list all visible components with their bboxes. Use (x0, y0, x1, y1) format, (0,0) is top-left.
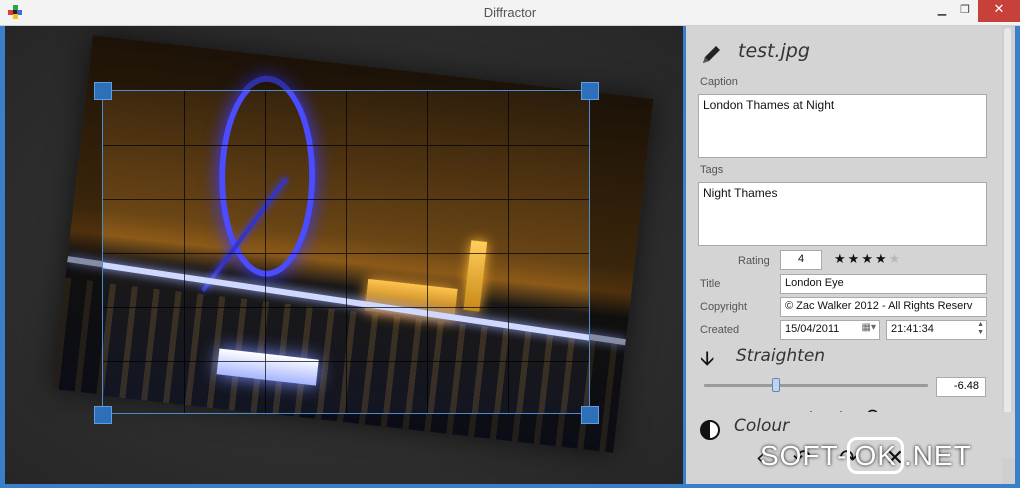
crop-grid-line (103, 361, 589, 362)
straighten-slider-thumb[interactable] (771, 378, 780, 392)
tags-label: Tags (700, 164, 724, 176)
time-spinner-icon[interactable]: ▲ ▼ (977, 321, 984, 337)
star-filled-icon[interactable]: ★ (848, 252, 862, 267)
color-heading: Colour (734, 416, 790, 436)
star-filled-icon[interactable]: ★ (834, 252, 848, 267)
crop-handle-top-right[interactable] (581, 82, 599, 100)
crop-region[interactable] (102, 90, 590, 414)
straighten-value-field[interactable]: -6.48 (936, 377, 986, 397)
created-date-value: 15/04/2011 (785, 323, 840, 335)
watermark-box: OK (847, 437, 904, 474)
crop-handle-top-left[interactable] (94, 82, 112, 100)
image-canvas[interactable] (5, 26, 683, 484)
straighten-slider-track[interactable] (704, 384, 928, 387)
caption-field[interactable]: London Thames at Night (698, 94, 987, 158)
crop-grid-line (103, 253, 589, 254)
title-field[interactable]: London Eye (780, 274, 987, 294)
maximize-button[interactable]: ❐ (956, 0, 974, 22)
created-date-field[interactable]: 15/04/2011 ▦▾ (780, 320, 880, 340)
pencil-icon (703, 46, 720, 63)
crop-handle-bottom-left[interactable] (94, 406, 112, 424)
calendar-dropdown-icon[interactable]: ▦▾ (862, 322, 876, 333)
caption-label: Caption (700, 76, 738, 88)
watermark-left: SOFT- (760, 440, 848, 471)
big-ben-tower (463, 240, 488, 312)
close-button[interactable]: ✕ (978, 0, 1020, 22)
straighten-icon: 🡫 (700, 346, 715, 370)
rating-field[interactable]: 4 (780, 250, 822, 270)
rating-stars[interactable]: ★★★★★ (834, 252, 902, 267)
title-label: Title (700, 278, 721, 290)
title-bar: Diffractor ▁ ❐ ✕ (0, 0, 1020, 26)
crop-grid-line (103, 145, 589, 146)
tags-field[interactable]: Night Thames (698, 182, 987, 246)
created-time-value: 21:41:34 (891, 323, 934, 335)
watermark-right: .NET (903, 440, 972, 471)
file-name: test.jpg (738, 40, 810, 62)
crop-grid-line (103, 307, 589, 308)
contrast-icon (700, 420, 720, 440)
scrollbar-thumb[interactable] (1004, 28, 1011, 428)
star-filled-icon[interactable]: ★ (861, 252, 875, 267)
copyright-field[interactable]: © Zac Walker 2012 - All Rights Reserv (780, 297, 987, 317)
created-time-field[interactable]: 21:41:34 ▲ ▼ (886, 320, 987, 340)
window-title: Diffractor (483, 5, 537, 20)
minimize-button[interactable]: ▁ (934, 0, 950, 22)
star-filled-icon[interactable]: ★ (875, 252, 889, 267)
crop-handle-bottom-right[interactable] (581, 406, 599, 424)
crop-grid-line (103, 199, 589, 200)
straighten-heading: Straighten (736, 346, 826, 366)
copyright-label: Copyright (700, 301, 748, 313)
created-label: Created (700, 324, 740, 336)
star-empty-icon[interactable]: ★ (889, 252, 903, 267)
rating-label: Rating (738, 255, 770, 267)
watermark: SOFT- OK .NET (760, 437, 972, 474)
